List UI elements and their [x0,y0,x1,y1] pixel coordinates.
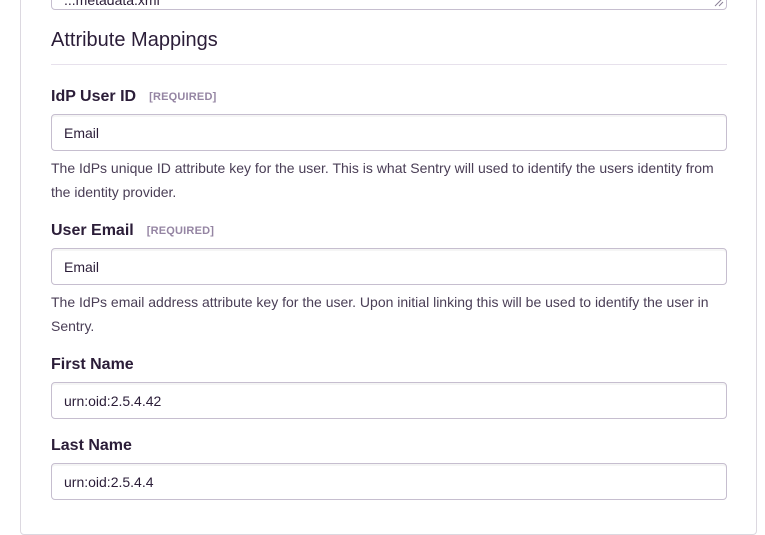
idp-user-id-input[interactable] [51,114,727,151]
last-name-input[interactable] [51,463,727,500]
user-email-label: User Email [REQUIRED] [51,222,214,240]
user-email-help: The IdPs email address attribute key for… [51,294,709,334]
user-email-label-text: User Email [51,222,134,239]
required-badge: [REQUIRED] [149,91,217,103]
user-email-input[interactable] [51,248,727,285]
required-badge: [REQUIRED] [146,225,215,237]
idp-user-id-label: IdP User ID [REQUIRED] [51,88,216,106]
last-name-label: Last Name [51,437,132,454]
section-title: Attribute Mappings [51,29,218,51]
first-name-label: First Name [51,356,134,373]
section-divider [51,64,727,65]
resize-handle-icon[interactable] [712,0,724,7]
idp-user-id-label-text: IdP User ID [51,88,137,105]
idp-user-id-help: The IdPs unique ID attribute key for the… [51,160,714,200]
metadata-textarea[interactable]: ...metadata.xml [51,0,727,10]
first-name-input[interactable] [51,382,727,419]
metadata-textarea-value: ...metadata.xml [64,0,160,8]
